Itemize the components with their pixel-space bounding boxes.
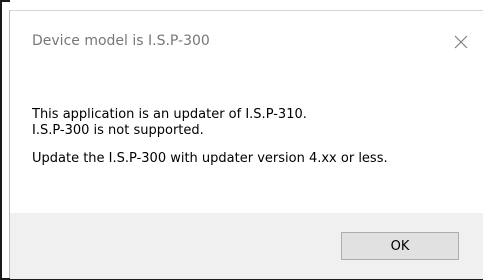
message-spacer xyxy=(32,139,388,151)
dialog-title: Device model is I.S.P-300 xyxy=(32,33,210,49)
message-text: This application is an updater of I.S.P-… xyxy=(32,107,388,167)
close-icon xyxy=(454,35,468,49)
title-bar[interactable]: Device model is I.S.P-300 xyxy=(10,11,483,67)
message-dialog: Device model is I.S.P-300 This applicati… xyxy=(9,10,483,279)
close-button[interactable] xyxy=(441,23,481,61)
message-line: This application is an updater of I.S.P-… xyxy=(32,107,307,122)
window-edge-left xyxy=(0,0,2,280)
screenshot-frame: Device model is I.S.P-300 This applicati… xyxy=(0,0,483,280)
ok-button[interactable]: OK xyxy=(341,232,459,260)
message-line: I.S.P-300 is not supported. xyxy=(32,123,204,138)
message-line: Update the I.S.P-300 with updater versio… xyxy=(32,151,388,166)
button-bar: OK xyxy=(10,213,483,279)
